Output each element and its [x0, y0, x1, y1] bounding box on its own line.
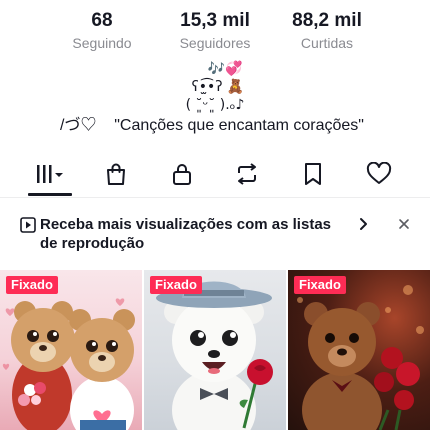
video-thumbnail[interactable]: Fixado	[0, 270, 142, 430]
followers-label: Seguidores	[179, 35, 251, 51]
close-icon[interactable]	[396, 216, 412, 232]
banner-text: Receba mais visualizações com as listas …	[40, 216, 331, 252]
following-count: 68	[91, 10, 113, 31]
tab-reposts[interactable]	[224, 152, 270, 196]
bio-line-4: /づ♡ "Canções que encantam corações"	[60, 117, 364, 134]
lock-icon	[173, 164, 191, 185]
bio-line-3: ( ˘͈ᵕ˘͈ ).ₒ♪	[185, 97, 245, 113]
profile-tabs	[0, 152, 430, 198]
profile-bio: 🎶💞 ʕ•̫͡•ʔ 🧸 ( ˘͈ᵕ˘͈ ).ₒ♪ /づ♡ "Canções qu…	[0, 60, 430, 136]
active-tab-indicator	[28, 193, 72, 196]
heart-icon	[366, 162, 392, 184]
polar-bear-with-rose-image	[156, 281, 273, 430]
video-grid: Fixado Fixado Fixado	[0, 270, 430, 430]
followers-count: 15,3 mil	[180, 10, 250, 31]
playlist-promo-banner[interactable]: Receba mais visualizações com as listas …	[0, 208, 430, 260]
bio-line-1: 🎶💞	[207, 61, 243, 77]
chevron-right-icon[interactable]	[356, 216, 370, 232]
shopping-bag-icon	[107, 163, 125, 185]
teddy-bear-with-roses-image	[297, 285, 424, 430]
likes-count: 88,2 mil	[292, 10, 362, 31]
pinned-badge: Fixado	[150, 276, 202, 294]
following-label: Seguindo	[72, 35, 132, 51]
tab-liked[interactable]	[356, 152, 402, 196]
teddy-bears-couple-image	[2, 298, 135, 430]
likes-stat[interactable]: 88,2 mil Curtidas	[272, 10, 382, 52]
bookmark-icon	[305, 163, 321, 185]
tab-favorites[interactable]	[290, 152, 336, 196]
tab-divider	[0, 197, 430, 198]
playlist-icon	[20, 217, 36, 233]
video-thumbnail[interactable]: Fixado	[288, 270, 430, 430]
video-thumbnail[interactable]: Fixado	[144, 270, 286, 430]
tab-private[interactable]	[159, 152, 205, 196]
repost-icon	[238, 163, 256, 185]
followers-stat[interactable]: 15,3 mil Seguidores	[160, 10, 270, 52]
pinned-badge: Fixado	[6, 276, 58, 294]
following-stat[interactable]: 68 Seguindo	[47, 10, 157, 52]
tab-shop[interactable]	[93, 152, 139, 196]
pinned-badge: Fixado	[294, 276, 346, 294]
likes-label: Curtidas	[300, 35, 354, 51]
grid-icon	[37, 165, 63, 183]
profile-stats: 68 Seguindo 15,3 mil Seguidores 88,2 mil…	[0, 10, 430, 54]
bio-line-2: ʕ•̫͡•ʔ 🧸	[191, 79, 245, 95]
tab-videos[interactable]	[27, 152, 73, 196]
